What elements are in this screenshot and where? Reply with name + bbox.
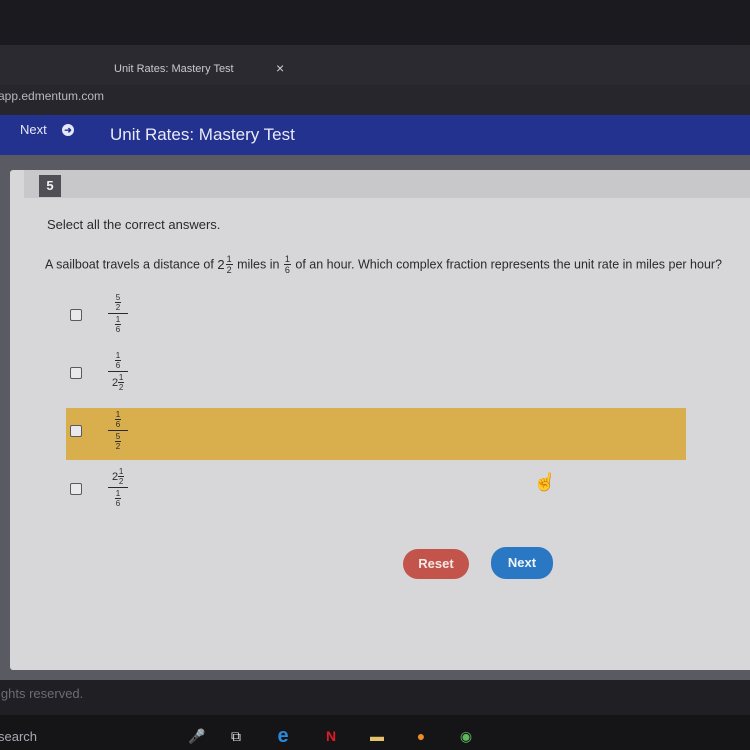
distance-numerator: 1 xyxy=(226,254,232,264)
file-explorer-icon[interactable]: ▬ xyxy=(366,725,388,747)
page-area: 5 Select all the correct answers. A sail… xyxy=(0,155,750,715)
header-next-button[interactable]: Next xyxy=(20,122,47,137)
option-1-bottom: 1 6 xyxy=(115,315,121,334)
question-number: 5 xyxy=(39,175,61,197)
option-2-top: 1 6 xyxy=(115,351,121,370)
option-2-top-num: 1 xyxy=(115,351,121,360)
screen: Unit Rates: Mastery Test × app.edmentum.… xyxy=(0,0,750,750)
page-footer: ights reserved. xyxy=(0,680,750,715)
question-card: 5 Select all the correct answers. A sail… xyxy=(10,170,750,670)
option-2-complex-fraction: 1 6 2 1 2 xyxy=(108,351,128,392)
prompt-text-1: A sailboat travels a distance of xyxy=(45,257,214,272)
option-1-complex-fraction: 5 2 1 6 xyxy=(108,293,128,334)
option-2-bottom: 2 1 2 xyxy=(112,373,125,392)
time-fraction: 1 6 xyxy=(283,254,291,275)
option-2-checkbox[interactable] xyxy=(70,367,82,379)
distance-mixed-number: 2 1 2 xyxy=(217,254,233,275)
option-1-bottom-den: 6 xyxy=(115,325,121,334)
distance-whole: 2 xyxy=(217,257,225,272)
instruction-text: Select all the correct answers. xyxy=(47,217,221,232)
close-icon[interactable]: × xyxy=(276,60,284,76)
question-number-bar: 5 xyxy=(24,170,750,198)
microphone-icon[interactable]: 🎤 xyxy=(186,725,208,747)
option-4-bottom-den: 6 xyxy=(115,499,121,508)
option-2-bottom-num: 1 xyxy=(118,373,124,382)
browser-tab-bar: Unit Rates: Mastery Test × xyxy=(0,45,750,85)
option-1-top-num: 5 xyxy=(115,293,121,302)
prompt-text-3: of an hour. Which complex fraction repre… xyxy=(295,257,723,272)
address-text: app.edmentum.com xyxy=(0,89,105,103)
tab-title: Unit Rates: Mastery Test xyxy=(114,63,234,75)
answer-option-3[interactable]: 1 6 5 2 xyxy=(66,408,686,460)
option-3-top-den: 6 xyxy=(115,420,121,429)
option-1-bottom-num: 1 xyxy=(115,315,121,324)
option-4-checkbox[interactable] xyxy=(70,483,82,495)
option-3-checkbox[interactable] xyxy=(70,425,82,437)
address-bar[interactable]: app.edmentum.com xyxy=(0,85,750,115)
answer-option-2[interactable]: 1 6 2 1 2 xyxy=(66,350,686,402)
option-3-bottom-den: 2 xyxy=(115,442,121,451)
task-view-icon[interactable]: ⧉ xyxy=(225,725,247,747)
distance-fraction: 1 2 xyxy=(225,254,233,275)
question-prompt: A sailboat travels a distance of 2 1 2 m… xyxy=(45,254,723,275)
next-button[interactable]: Next xyxy=(491,547,553,579)
firefox-icon[interactable]: ● xyxy=(410,725,432,747)
option-1-top-den: 2 xyxy=(115,303,121,312)
option-4-bottom-num: 1 xyxy=(115,489,121,498)
netflix-icon[interactable]: N xyxy=(320,725,342,747)
answer-option-1[interactable]: 5 2 1 6 xyxy=(66,292,686,344)
browser-tab[interactable]: Unit Rates: Mastery Test × xyxy=(96,55,306,85)
edge-browser-icon[interactable]: e xyxy=(272,725,294,747)
taskbar-search[interactable]: search xyxy=(0,729,37,744)
option-2-top-den: 6 xyxy=(115,361,121,370)
option-2-bottom-den: 2 xyxy=(118,383,124,392)
option-4-complex-fraction: 2 1 2 1 6 xyxy=(108,467,128,508)
app-header: Next ➜ Unit Rates: Mastery Test xyxy=(0,115,750,155)
option-3-complex-fraction: 1 6 5 2 xyxy=(108,410,128,451)
option-3-bottom-num: 5 xyxy=(115,432,121,441)
arrow-right-icon[interactable]: ➜ xyxy=(62,124,74,136)
answer-option-4[interactable]: 2 1 2 1 6 xyxy=(66,466,686,518)
option-4-bottom: 1 6 xyxy=(115,489,121,508)
taskbar: search 🎤 ⧉ e N ▬ ● ◉ xyxy=(0,715,750,750)
distance-denominator: 2 xyxy=(226,265,232,275)
hand-cursor-icon: ☝ xyxy=(532,470,558,494)
option-1-top: 5 2 xyxy=(115,293,121,312)
option-4-top-den: 2 xyxy=(118,477,124,486)
time-numerator: 1 xyxy=(284,254,290,264)
option-1-checkbox[interactable] xyxy=(70,309,82,321)
page-title: Unit Rates: Mastery Test xyxy=(110,125,295,144)
option-4-top-num: 1 xyxy=(118,467,124,476)
option-3-top: 1 6 xyxy=(115,410,121,429)
chrome-icon[interactable]: ◉ xyxy=(455,725,477,747)
copyright-text: ights reserved. xyxy=(0,686,84,701)
reset-button[interactable]: Reset xyxy=(403,549,469,579)
time-denominator: 6 xyxy=(284,265,290,275)
option-3-top-num: 1 xyxy=(115,410,121,419)
prompt-text-2: miles in xyxy=(237,257,280,272)
option-4-top: 2 1 2 xyxy=(112,467,125,486)
option-3-bottom: 5 2 xyxy=(115,432,121,451)
